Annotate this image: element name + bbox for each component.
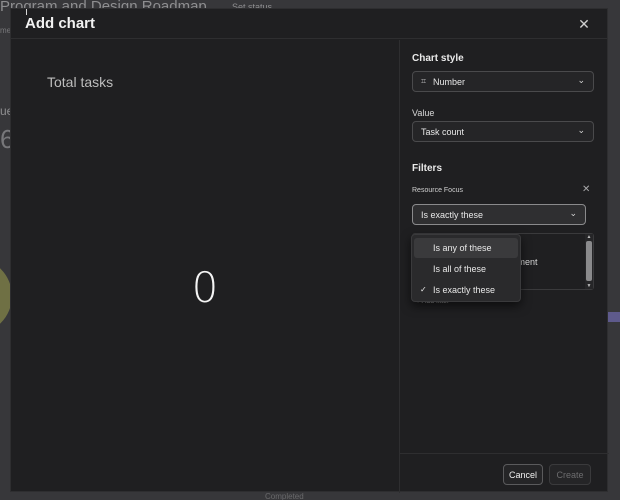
background-bottom-label: Completed <box>265 492 304 500</box>
chart-preview: Total tasks 0 <box>11 40 399 493</box>
scroll-thumb[interactable] <box>586 241 592 281</box>
chevron-down-icon: ⌄ <box>569 208 577 218</box>
scroll-up-icon[interactable]: ▲ <box>585 234 593 240</box>
create-button[interactable]: Create <box>549 464 591 485</box>
list-scrollbar[interactable]: ▲ ▼ <box>585 234 593 289</box>
preview-value: 0 <box>191 263 219 312</box>
value-select-value: Task count <box>421 126 465 137</box>
chart-style-select[interactable]: ⌗ Number ⌄ <box>412 71 594 92</box>
filter-operator-value: Is exactly these <box>421 209 484 220</box>
chevron-down-icon: ⌄ <box>577 75 585 85</box>
modal-title: Add chart <box>25 15 96 32</box>
dropdown-option-label: Is exactly these <box>433 285 496 295</box>
filter-operator-dropdown: Is any of these Is all of these ✓ Is exa… <box>411 234 521 302</box>
dropdown-option-label: Is all of these <box>433 264 487 274</box>
preview-label: Total tasks <box>47 74 114 90</box>
chevron-down-icon: ⌄ <box>577 125 585 135</box>
dropdown-option[interactable]: Is all of these <box>414 259 518 279</box>
modal-footer: Cancel Create <box>399 453 609 493</box>
mouse-cursor <box>26 9 27 15</box>
dropdown-option[interactable]: ✓ Is exactly these <box>414 280 518 300</box>
filters-heading: Filters <box>412 163 443 174</box>
cancel-button[interactable]: Cancel <box>503 464 543 485</box>
dropdown-option-label: Is any of these <box>433 243 492 253</box>
chart-style-heading: Chart style <box>412 53 464 64</box>
filter-name: Resource Focus <box>412 187 463 194</box>
check-icon: ✓ <box>420 285 427 294</box>
hash-icon: ⌗ <box>421 76 427 86</box>
dropdown-option[interactable]: Is any of these <box>414 238 518 258</box>
add-chart-modal: Add chart ✕ Total tasks 0 Chart style ⌗ … <box>10 8 609 493</box>
filter-operator-select[interactable]: Is exactly these ⌄ <box>412 204 586 225</box>
scroll-down-icon[interactable]: ▼ <box>585 283 593 289</box>
chart-style-value: Number <box>433 76 466 87</box>
remove-filter-icon[interactable]: ✕ <box>582 184 590 195</box>
background-bar <box>608 312 620 322</box>
value-label: Value <box>412 108 435 118</box>
close-icon[interactable]: ✕ <box>577 17 591 31</box>
modal-header: Add chart ✕ <box>11 9 607 39</box>
value-select[interactable]: Task count ⌄ <box>412 121 594 142</box>
